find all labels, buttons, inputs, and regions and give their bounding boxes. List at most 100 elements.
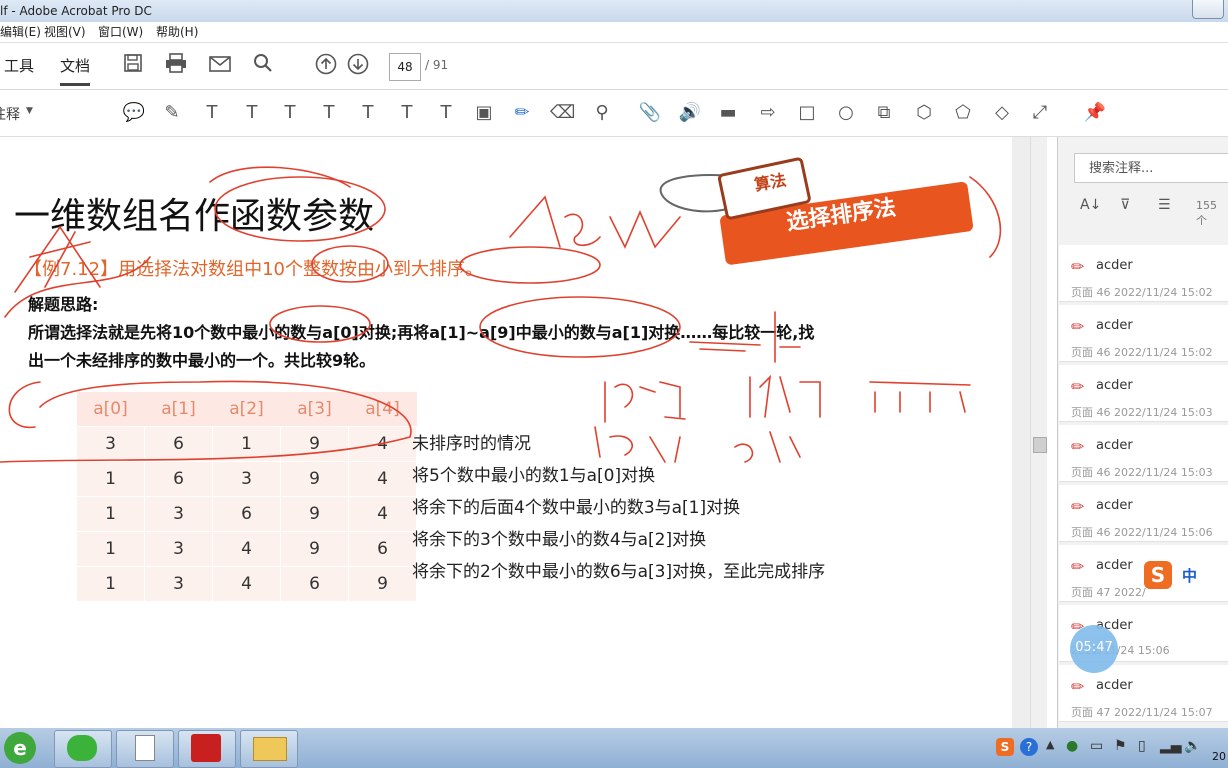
page-number-input[interactable]: 48 [389,53,421,81]
tray-expand-icon[interactable]: ▲ [1046,738,1054,751]
eraser-icon[interactable]: ⌫ [550,101,575,125]
vertical-scrollbar[interactable] [1030,137,1047,728]
next-page-icon[interactable] [345,53,371,79]
print-icon[interactable] [163,53,189,79]
page-gap [1012,137,1030,728]
comment-item[interactable]: ✏ acder 页面 46 2022/11/24 15:03 [1059,365,1228,422]
table-header-row: a[0] a[1] a[2] a[3] a[4] [76,392,417,427]
clock[interactable]: 20 [1212,750,1226,763]
sticky-note-icon[interactable]: 💬 [122,101,146,125]
table-cell: 9 [280,461,349,497]
search-comments-input[interactable]: 搜索注释... [1074,153,1228,183]
menu-bar: 编辑(E) 视图(V) 窗口(W) 帮助(H) [0,22,1228,43]
save-icon[interactable] [120,53,146,79]
tab-tools[interactable]: 工具 [4,55,34,76]
flag-tray-icon[interactable]: ⚑ [1114,738,1127,754]
document-icon [135,735,155,761]
text-box-icon[interactable]: ▣ [472,101,496,125]
attach-file-icon[interactable]: 📎 [638,101,662,125]
record-audio-icon[interactable]: 🔊 [678,101,702,125]
menu-window[interactable]: 窗口(W) [98,22,143,42]
table-cell: 4 [212,531,281,567]
menu-view[interactable]: 视图(V) [44,22,86,42]
email-icon[interactable] [207,53,233,79]
pencil-icon: ✏ [1071,557,1085,576]
row-description: 将5个数中最小的数1与a[0]对换 [412,466,656,486]
underline-text-icon[interactable]: T [200,101,224,125]
minimize-button[interactable] [1192,0,1224,19]
ime-mode: 中 [1182,567,1198,585]
stamp-icon[interactable]: ⚲ [590,101,614,125]
volume-tray-icon[interactable]: 🔈 [1184,738,1201,754]
polygon-line-icon[interactable]: ◇ [990,101,1014,125]
folder-icon [253,737,287,761]
ime-toolbar[interactable]: S 中 [1144,561,1228,591]
table-row: 1 3 6 9 4 [76,496,417,532]
wechat-taskbar-button[interactable] [54,730,112,768]
strikethrough-icon[interactable]: T [278,101,302,125]
text-comment-icon[interactable]: T [240,101,264,125]
hint-line-1: 所谓选择法就是先将10个数中最小的数与a[0]对换;再将a[1]~a[9]中最小… [28,323,815,342]
comment-author: acder [1096,498,1133,513]
cloud-icon[interactable]: ⬠ [951,101,975,125]
insert-text-icon[interactable]: T [356,101,380,125]
hint-label: 解题思路: [28,295,99,314]
add-text-icon[interactable]: T [395,101,419,125]
search-icon[interactable] [250,53,276,79]
line-icon[interactable]: ▬ [716,101,740,125]
sort-icon[interactable]: A↓ [1080,197,1101,213]
main-toolbar: 工具 文档 48 / 91 [0,43,1228,90]
display-tray-icon[interactable]: ▭ [1090,738,1103,754]
network-tray-icon[interactable]: ● [1066,738,1078,754]
polygon-icon[interactable]: ⬡ [912,101,936,125]
replace-text-icon[interactable]: T [317,101,341,125]
comment-item[interactable]: ✏ acder 页面 46 2022/11/24 15:02 [1059,245,1228,302]
table-cell: 3 [144,566,213,602]
arrow-icon[interactable]: ⇨ [756,101,780,125]
comment-item[interactable]: ✏ acder 页面 46 2022/11/24 15:06 [1059,485,1228,542]
window-title: lf - Adobe Acrobat Pro DC [0,4,152,18]
previous-page-icon[interactable] [313,53,339,79]
comment-meta: 页面 47 2022/ [1071,586,1146,599]
tab-document[interactable]: 文档 [60,55,91,86]
device-tray-icon[interactable]: ▯ [1138,738,1146,754]
acrobat-taskbar-button[interactable] [178,730,236,768]
explorer-taskbar-button[interactable] [240,730,298,768]
highlight-icon[interactable]: ✎ [160,101,184,125]
pencil-icon[interactable]: ✏ [510,101,534,125]
table-cell: 6 [212,496,281,532]
table-row: 1 3 4 9 6 [76,531,417,567]
filter-icon[interactable]: ⊽ [1120,197,1130,213]
expand-icon[interactable]: ⤢ [1028,101,1052,125]
oval-icon[interactable]: ○ [834,101,858,125]
signal-tray-icon[interactable]: ▂▄ [1160,738,1182,754]
scrollbar-thumb[interactable] [1033,437,1047,453]
file-taskbar-button[interactable] [116,730,174,768]
table-cell: 6 [144,426,213,462]
column-header: a[1] [144,392,213,427]
comment-author: acder [1096,438,1133,453]
comment-item[interactable]: ✏ acder 页面 47 2022/11/24 15:07 [1059,665,1228,722]
comment-author: acder [1096,318,1133,333]
typewriter-icon[interactable]: T [434,101,458,125]
help-tray-icon[interactable]: ? [1020,738,1038,756]
comment-dropdown-icon[interactable]: ▼ [26,106,33,116]
rectangle-icon[interactable]: □ [795,101,819,125]
table-cell: 4 [348,426,417,462]
ie-icon[interactable]: e [4,732,36,764]
pin-icon[interactable]: 📌 [1083,101,1107,125]
table-cell: 9 [280,426,349,462]
sogou-tray-icon[interactable]: S [996,738,1014,756]
comment-item[interactable]: ✏ acder 页面 46 2022/11/24 15:03 [1059,425,1228,482]
document-page[interactable]: 一维数组名作函数参数 【例7.12】用选择法对数组中10个整数按由小到大排序。 … [0,137,1012,728]
comment-label[interactable]: 注释 [0,104,20,124]
table-row: 3 6 1 9 4 [76,426,417,462]
menu-help[interactable]: 帮助(H) [156,22,198,42]
wechat-icon [67,735,97,761]
menu-edit[interactable]: 编辑(E) [0,22,41,42]
comment-item[interactable]: ✏ acder 页面 46 2022/11/24 15:02 [1059,305,1228,362]
textbox-callout-icon[interactable]: ⧉ [872,101,896,125]
row-description: 未排序时的情况 [412,434,531,454]
options-icon[interactable]: ☰ [1158,197,1171,213]
column-header: a[0] [76,392,145,427]
